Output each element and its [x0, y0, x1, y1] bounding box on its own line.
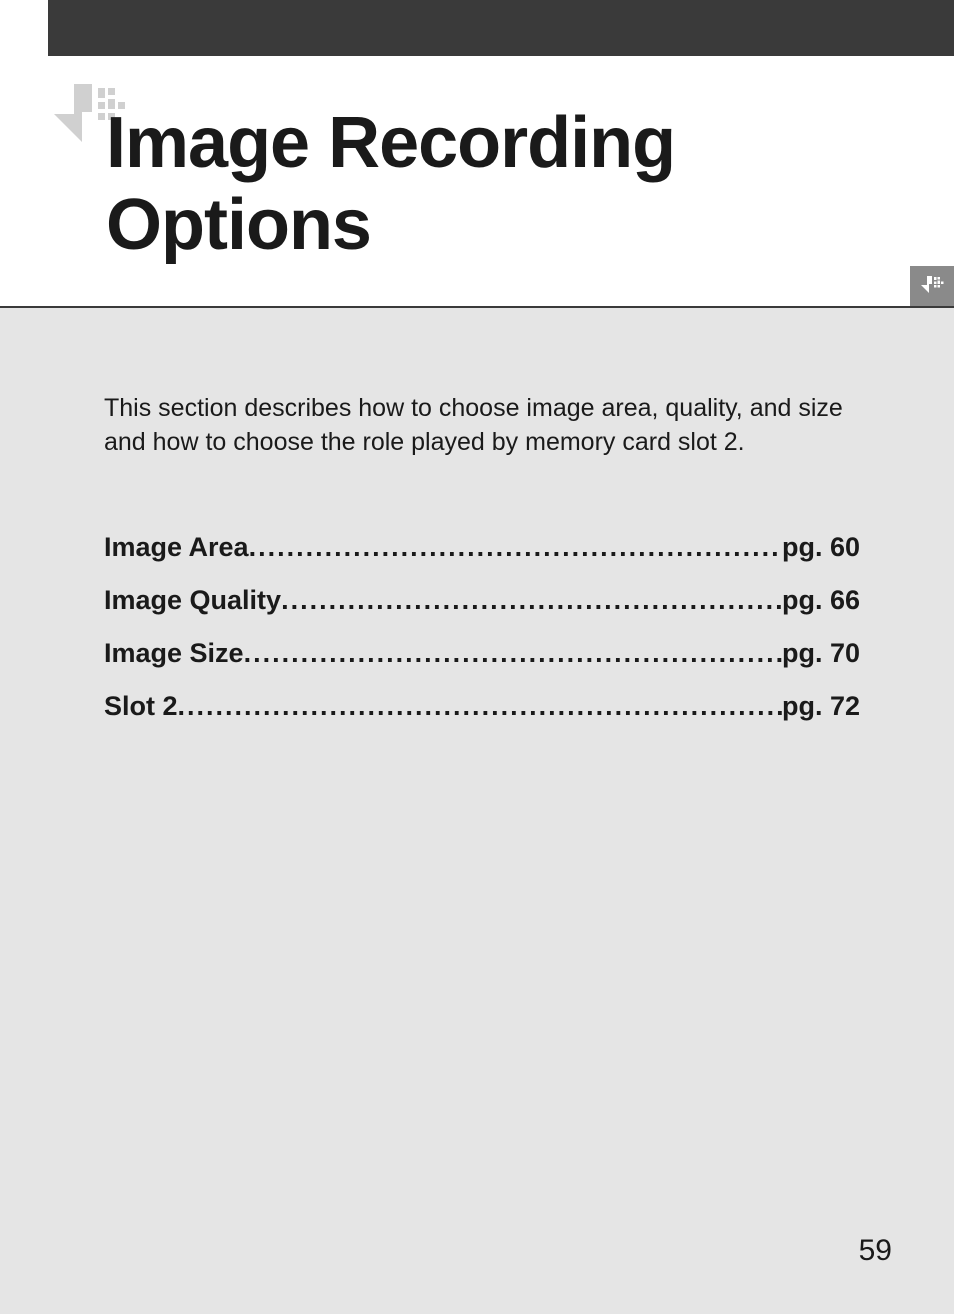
toc-entry: Slot 2 pg. 72 — [104, 691, 860, 722]
toc-dots — [281, 585, 782, 616]
toc-entry: Image Area pg. 60 — [104, 532, 860, 563]
toc-page-ref: pg. 66 — [782, 585, 860, 616]
toc-dots — [249, 532, 782, 563]
toc-page-ref: pg. 72 — [782, 691, 860, 722]
toc-page-ref: pg. 60 — [782, 532, 860, 563]
top-header-bar — [0, 0, 954, 56]
toc-dots — [244, 638, 782, 669]
toc-page-ref: pg. 70 — [782, 638, 860, 669]
toc-entry: Image Size pg. 70 — [104, 638, 860, 669]
memory-card-arrow-small-icon — [918, 272, 946, 300]
toc-label: Image Size — [104, 638, 244, 669]
white-corner-tab — [0, 0, 48, 56]
page-number: 59 — [859, 1234, 892, 1268]
table-of-contents: Image Area pg. 60 Image Quality pg. 66 I… — [104, 532, 860, 744]
chapter-header: Image Recording Options — [0, 56, 954, 308]
toc-label: Slot 2 — [104, 691, 178, 722]
toc-label: Image Area — [104, 532, 249, 563]
intro-paragraph: This section describes how to choose ima… — [104, 392, 860, 460]
toc-entry: Image Quality pg. 66 — [104, 585, 860, 616]
toc-label: Image Quality — [104, 585, 281, 616]
side-thumb-tab — [910, 266, 954, 306]
chapter-title: Image Recording Options — [106, 102, 954, 266]
toc-dots — [178, 691, 782, 722]
